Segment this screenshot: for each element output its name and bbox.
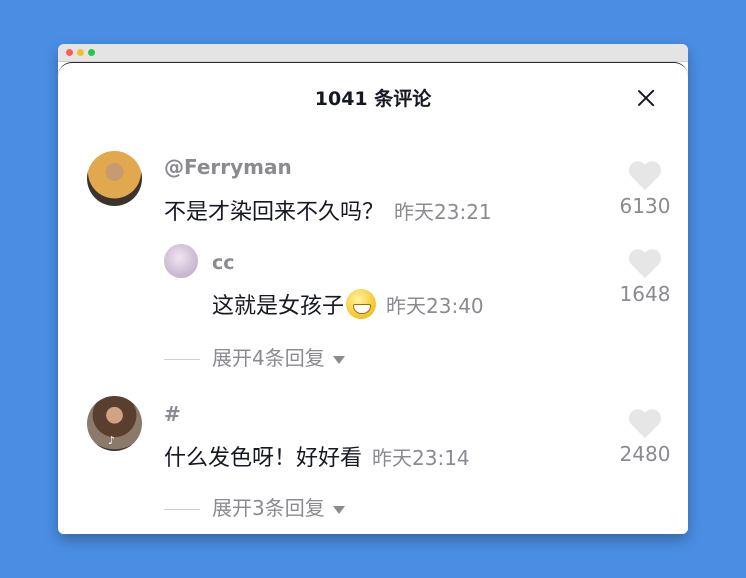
maximize-window-dot[interactable]: [88, 49, 95, 56]
expand-replies-button[interactable]: 展开3条回复: [164, 492, 345, 521]
heart-icon[interactable]: [629, 162, 661, 190]
comment-username[interactable]: #: [164, 402, 181, 426]
expand-replies-button[interactable]: 展开4条回复: [164, 342, 345, 371]
divider: [164, 359, 200, 360]
like-count: 2480: [619, 442, 671, 466]
tiktok-icon: ♪: [108, 434, 116, 447]
comment-text: 不是才染回来不久吗？ 昨天23:21: [164, 194, 492, 226]
chevron-down-icon: [332, 355, 345, 364]
like-button[interactable]: 1648: [615, 250, 675, 306]
divider: [164, 509, 200, 510]
heart-icon[interactable]: [629, 410, 661, 438]
grinning-emoji-icon: [346, 289, 377, 319]
like-button[interactable]: 6130: [615, 162, 675, 218]
expand-replies-label: 展开4条回复: [212, 346, 325, 370]
reply-username[interactable]: cc: [212, 252, 235, 274]
avatar[interactable]: [87, 151, 142, 206]
reply-text: 这就是女孩子 昨天23:40: [212, 288, 484, 320]
window-titlebar: [58, 44, 688, 62]
reply-time: 昨天23:40: [386, 294, 484, 318]
heart-icon[interactable]: [629, 250, 661, 278]
comment-text: 什么发色呀！好好看 昨天23:14: [164, 440, 470, 472]
chevron-down-icon: [332, 505, 345, 514]
like-count: 1648: [619, 282, 671, 306]
like-count: 6130: [619, 194, 671, 218]
comment-body: 不是才染回来不久吗？: [164, 200, 385, 225]
comment-body: 什么发色呀！好好看: [164, 446, 363, 471]
close-window-dot[interactable]: [66, 49, 73, 56]
avatar[interactable]: [164, 244, 198, 278]
comment-time: 昨天23:21: [394, 200, 492, 224]
close-icon[interactable]: [634, 86, 658, 110]
comment-time: 昨天23:14: [372, 446, 470, 470]
like-button[interactable]: 2480: [615, 410, 675, 466]
minimize-window-dot[interactable]: [77, 49, 84, 56]
reply-body: 这就是女孩子: [212, 294, 345, 319]
comment-username[interactable]: @Ferryman: [164, 155, 292, 179]
expand-replies-label: 展开3条回复: [212, 496, 325, 520]
